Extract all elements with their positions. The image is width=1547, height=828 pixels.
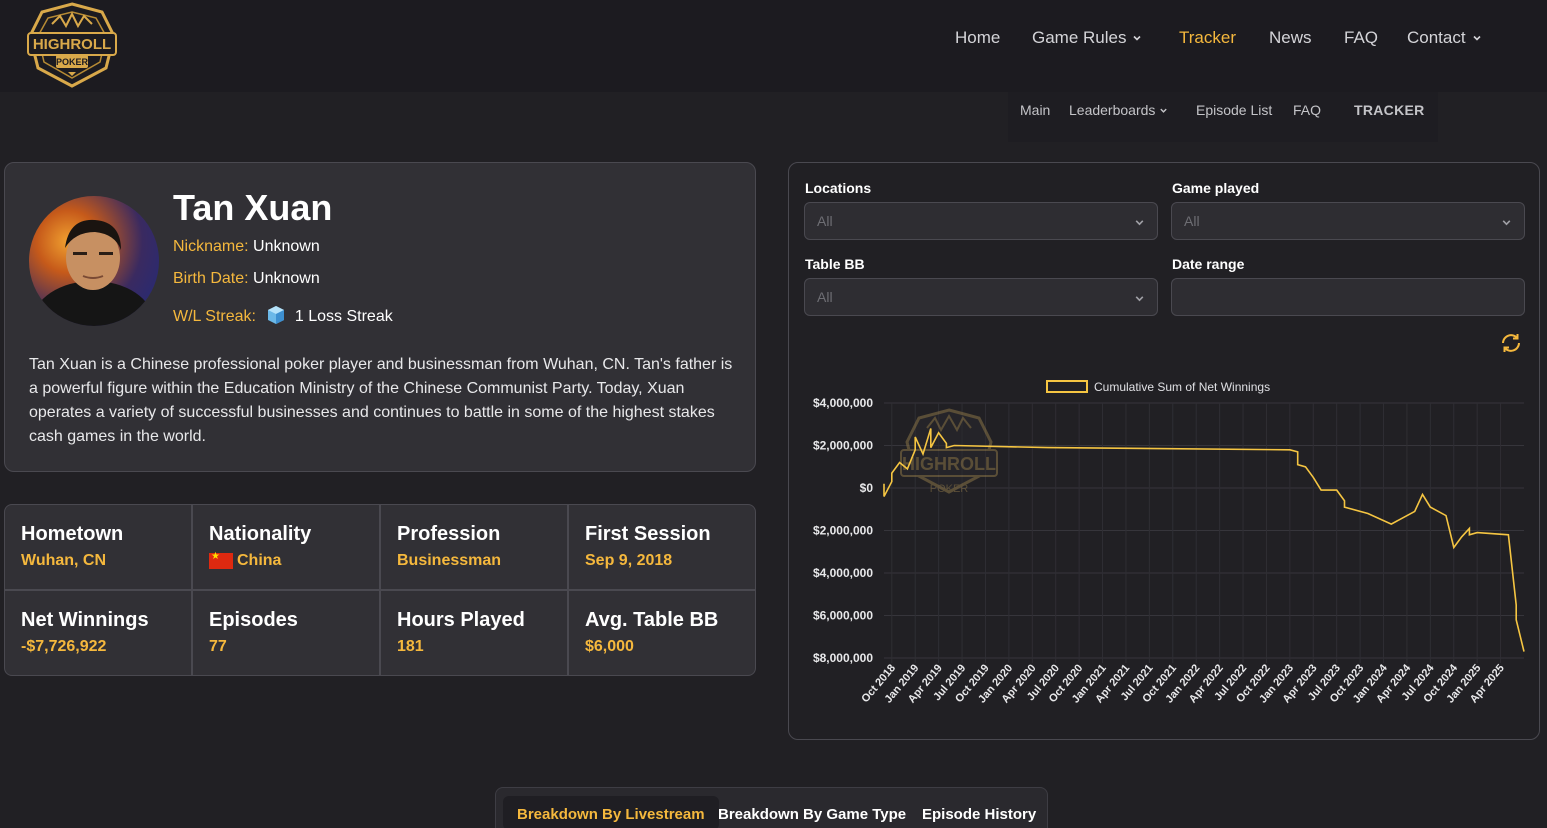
- svg-text:POKER: POKER: [930, 483, 969, 495]
- tab-breakdown-game-type[interactable]: Breakdown By Game Type: [704, 796, 920, 828]
- streak-line: W/L Streak: 1 Loss Streak: [173, 305, 393, 326]
- streak-value: 1 Loss Streak: [294, 308, 393, 325]
- player-name: Tan Xuan: [173, 187, 333, 228]
- y-tick-label: $6,000,000: [813, 609, 873, 623]
- main-nav: Home Game Rules Tracker News FAQ Contact: [0, 28, 1547, 52]
- table-bb-select[interactable]: All: [804, 278, 1158, 316]
- chevron-down-icon: [1135, 296, 1144, 302]
- player-avatar: [29, 196, 159, 326]
- game-played-select[interactable]: All: [1171, 202, 1525, 240]
- stat-label: Avg. Table BB: [585, 609, 719, 631]
- breakdown-tabs: Breakdown By Livestream Breakdown By Gam…: [495, 787, 1048, 828]
- y-tick-label: $4,000,000: [813, 566, 873, 580]
- subnav-leaderboards[interactable]: Leaderboards: [1069, 102, 1168, 118]
- stat-nationality: Nationality China: [193, 505, 381, 591]
- birth-date-value: Unknown: [253, 270, 320, 287]
- player-profile-card: Tan Xuan Nickname: Unknown Birth Date: U…: [4, 162, 756, 472]
- y-axis-ticks: $4,000,000 $2,000,000 $0 $2,000,000 $4,000,0…: [813, 396, 873, 665]
- nav-contact[interactable]: Contact: [1407, 28, 1482, 48]
- stat-value: Businessman: [397, 552, 502, 569]
- y-tick-label: $4,000,000: [813, 396, 873, 410]
- x-axis-ticks: Oct 2018Jan 2019Apr 2019Jul 2019Oct 2019…: [859, 662, 1506, 706]
- chevron-down-icon: [1135, 220, 1144, 226]
- y-tick-label: $2,000,000: [813, 524, 873, 538]
- top-navbar: HIGHROLL POKER Home Game Rules Tracker N…: [0, 0, 1547, 92]
- nav-game-rules[interactable]: Game Rules: [1032, 28, 1142, 48]
- svg-text:HIGHROLL: HIGHROLL: [902, 454, 996, 474]
- stat-label: Nationality: [209, 523, 312, 545]
- nickname-line: Nickname: Unknown: [173, 238, 320, 256]
- chevron-down-icon: [1160, 108, 1168, 113]
- birth-date-line: Birth Date: Unknown: [173, 270, 320, 288]
- game-played-label: Game played: [1172, 180, 1260, 196]
- streak-key: W/L Streak:: [173, 308, 256, 325]
- nav-tracker[interactable]: Tracker: [1179, 28, 1236, 48]
- table-bb-label: Table BB: [805, 256, 865, 272]
- cumulative-winnings-chart: HIGHROLL POKER $4,000,000 $2,000,000 $0 $2,…: [813, 380, 1525, 706]
- ice-cube-icon: [268, 306, 285, 324]
- y-tick-label: $8,000,000: [813, 651, 873, 665]
- stat-label: Net Winnings: [21, 609, 149, 631]
- y-tick-label: $0: [860, 481, 874, 495]
- stat-label: Hometown: [21, 523, 124, 545]
- stat-hometown: Hometown Wuhan, CN: [5, 505, 193, 591]
- stat-value: Sep 9, 2018: [585, 552, 673, 569]
- stat-label: Episodes: [209, 609, 298, 631]
- stat-first-session: First Session Sep 9, 2018: [569, 505, 755, 591]
- date-range-label: Date range: [1172, 256, 1245, 272]
- locations-label: Locations: [805, 180, 872, 196]
- stat-profession: Profession Businessman: [381, 505, 569, 591]
- stat-value: 77: [209, 638, 227, 655]
- china-flag-icon: [209, 551, 233, 569]
- y-tick-label: $2,000,000: [813, 439, 873, 453]
- legend-swatch: [1046, 380, 1088, 393]
- player-stats-grid: Hometown Wuhan, CN Nationality China Pro…: [4, 504, 756, 676]
- tab-breakdown-livestream[interactable]: Breakdown By Livestream: [503, 796, 719, 828]
- winnings-chart-panel: Locations All Game played All Table BB A…: [788, 162, 1540, 740]
- legend-label: Cumulative Sum of Net Winnings: [1094, 380, 1270, 394]
- nav-news[interactable]: News: [1269, 28, 1312, 48]
- nickname-value: Unknown: [253, 238, 320, 255]
- stat-net-winnings: Net Winnings -$7,726,922: [5, 591, 193, 675]
- chevron-down-icon: [1473, 35, 1481, 41]
- tracker-subnav: Main Leaderboards Episode List FAQ TRACK…: [1008, 92, 1438, 142]
- stat-hours-played: Hours Played 181: [381, 591, 569, 675]
- player-bio: Tan Xuan is a Chinese professional poker…: [29, 356, 733, 445]
- refresh-icon[interactable]: [1499, 331, 1523, 355]
- stat-value: China: [209, 551, 379, 570]
- subnav-faq[interactable]: FAQ: [1293, 102, 1321, 118]
- chevron-down-icon: [1133, 35, 1142, 41]
- svg-text:POKER: POKER: [56, 57, 89, 67]
- nav-home[interactable]: Home: [955, 28, 1000, 48]
- date-range-input[interactable]: [1171, 278, 1525, 316]
- stat-avg-table-bb: Avg. Table BB $6,000: [569, 591, 755, 675]
- stat-episodes: Episodes 77: [193, 591, 381, 675]
- stat-value: $6,000: [585, 638, 634, 655]
- tab-episode-history[interactable]: Episode History: [908, 796, 1050, 828]
- birth-date-key: Birth Date:: [173, 270, 249, 287]
- nickname-key: Nickname:: [173, 238, 249, 255]
- subnav-episode-list[interactable]: Episode List: [1196, 102, 1272, 118]
- chevron-down-icon: [1502, 220, 1511, 226]
- stat-value: Wuhan, CN: [21, 552, 107, 569]
- stat-value: -$7,726,922: [21, 638, 107, 655]
- stat-label: Hours Played: [397, 609, 525, 631]
- subnav-tracker[interactable]: TRACKER: [1354, 102, 1425, 118]
- subnav-main[interactable]: Main: [1020, 102, 1050, 118]
- stat-value: 181: [397, 638, 424, 655]
- chart-legend: Cumulative Sum of Net Winnings: [1046, 380, 1270, 394]
- locations-select[interactable]: All: [804, 202, 1158, 240]
- stat-label: Profession: [397, 523, 501, 545]
- nav-faq[interactable]: FAQ: [1344, 28, 1378, 48]
- stat-label: First Session: [585, 523, 711, 545]
